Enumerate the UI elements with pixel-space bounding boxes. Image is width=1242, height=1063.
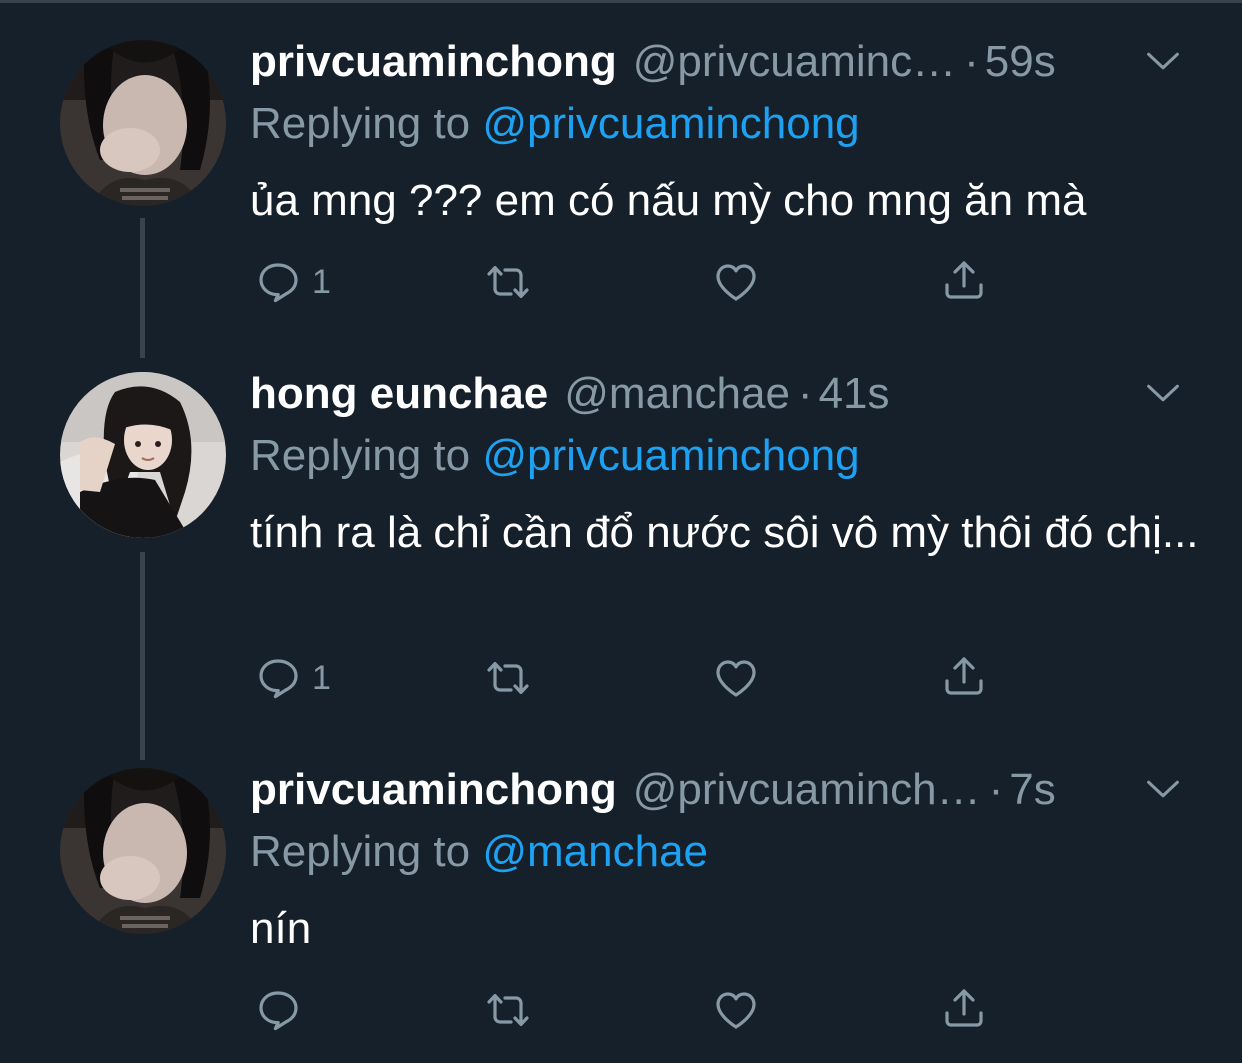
reply-icon (254, 654, 302, 702)
tweet-text: nín (250, 904, 312, 953)
chevron-down-icon[interactable] (1140, 38, 1186, 84)
separator-dot: · (988, 765, 1004, 814)
share-icon (940, 652, 988, 700)
reply-icon (254, 258, 302, 306)
avatar[interactable] (60, 40, 226, 206)
separator-dot: · (797, 369, 813, 418)
retweet-icon (484, 258, 532, 306)
replying-prefix: Replying to (250, 431, 483, 480)
replying-to: Replying to @manchae (250, 824, 708, 880)
like-icon (712, 258, 760, 306)
like-icon (712, 986, 760, 1034)
chevron-down-icon[interactable] (1140, 370, 1186, 416)
handle[interactable]: @privcuaminch… (633, 762, 981, 818)
retweet-button[interactable] (484, 258, 532, 306)
thread-line (140, 218, 145, 358)
retweet-icon (484, 986, 532, 1034)
tweet[interactable]: privcuaminchong @privcuaminc… · 59s Repl… (0, 0, 1242, 358)
share-button[interactable] (940, 984, 988, 1032)
tweet-header: privcuaminchong @privcuaminc… · 59s (250, 34, 1112, 90)
display-name[interactable]: privcuaminchong (250, 34, 617, 90)
tweet[interactable]: hong eunchae @manchae · 41s Replying to … (0, 340, 1242, 760)
share-icon (940, 984, 988, 1032)
share-button[interactable] (940, 256, 988, 304)
replying-prefix: Replying to (250, 827, 483, 876)
tweet[interactable]: privcuaminchong @privcuaminch… · 7s Repl… (0, 760, 1242, 1063)
share-icon (940, 256, 988, 304)
reply-mention-link[interactable]: @privcuaminchong (482, 99, 859, 148)
reply-mention-link[interactable]: @manchae (482, 827, 708, 876)
retweet-button[interactable] (484, 654, 532, 702)
replying-prefix: Replying to (250, 99, 483, 148)
reply-count: 1 (312, 658, 331, 697)
tweet-text: ủa mng ??? em có nấu mỳ cho mng ăn mà (250, 176, 1087, 225)
reply-button[interactable]: 1 (254, 258, 331, 306)
separator-dot: · (964, 37, 979, 86)
timestamp[interactable]: 7s (1009, 762, 1055, 818)
handle[interactable]: @privcuaminc… (633, 34, 956, 90)
reply-button[interactable]: 1 (254, 654, 331, 702)
chevron-down-icon[interactable] (1140, 766, 1186, 812)
reply-count: 1 (312, 262, 331, 301)
avatar[interactable] (60, 372, 226, 538)
reply-mention-link[interactable]: @privcuaminchong (482, 431, 859, 480)
avatar[interactable] (60, 768, 226, 934)
thread-line (140, 552, 145, 760)
replying-to: Replying to @privcuaminchong (250, 96, 860, 152)
reply-button[interactable] (254, 986, 312, 1034)
like-button[interactable] (712, 258, 760, 306)
tweet-text: tính ra là chỉ cần đổ nước sôi vô mỳ thô… (250, 508, 1199, 557)
display-name[interactable]: hong eunchae (250, 366, 548, 422)
retweet-icon (484, 654, 532, 702)
replying-to: Replying to @privcuaminchong (250, 428, 860, 484)
display-name[interactable]: privcuaminchong (250, 762, 617, 818)
tweet-header: privcuaminchong @privcuaminch… · 7s (250, 762, 1112, 818)
tweet-header: hong eunchae @manchae · 41s (250, 366, 1112, 422)
like-button[interactable] (712, 986, 760, 1034)
retweet-button[interactable] (484, 986, 532, 1034)
reply-icon (254, 986, 302, 1034)
share-button[interactable] (940, 652, 988, 700)
timestamp[interactable]: 59s (985, 34, 1056, 90)
handle[interactable]: @manchae (564, 366, 790, 422)
like-button[interactable] (712, 654, 760, 702)
like-icon (712, 654, 760, 702)
timestamp[interactable]: 41s (819, 366, 890, 422)
